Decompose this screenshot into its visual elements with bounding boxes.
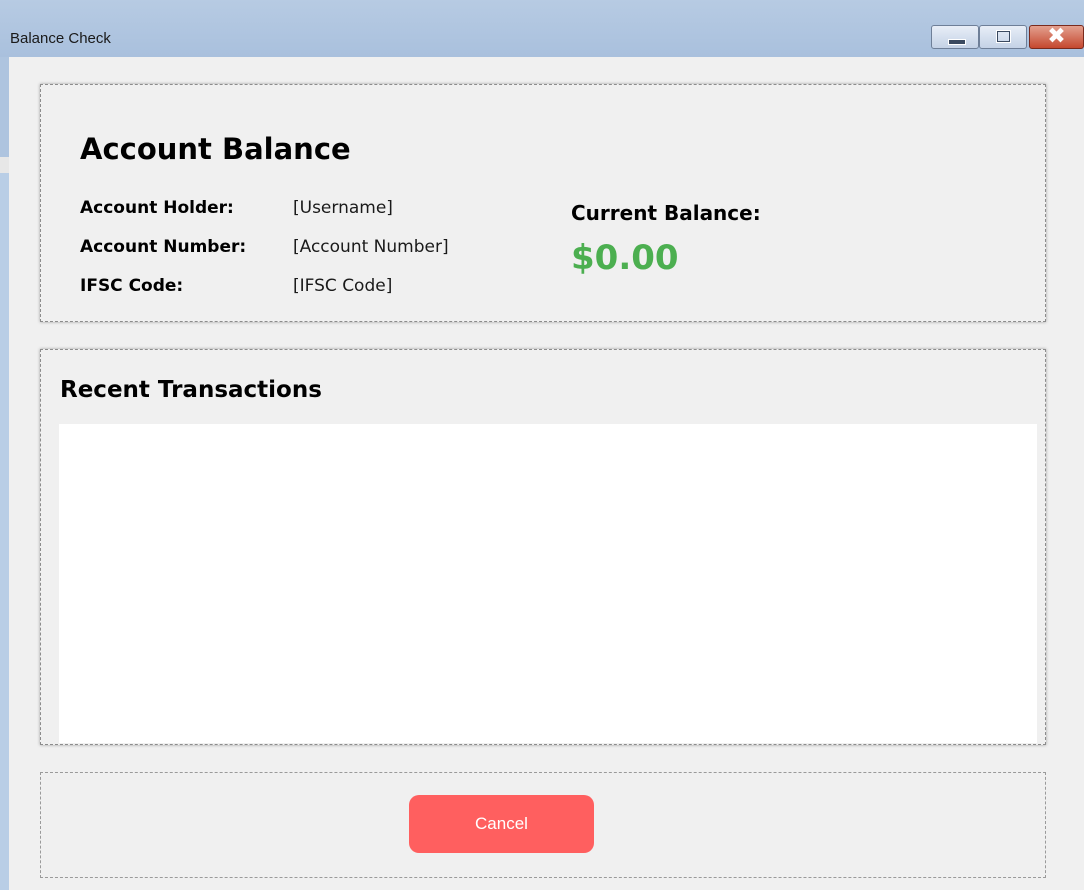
cancel-button[interactable]: Cancel (409, 795, 594, 853)
window-left-border (0, 57, 9, 890)
current-balance-label: Current Balance: (571, 201, 761, 225)
account-number-value: [Account Number] (293, 237, 449, 257)
ifsc-code-value: [IFSC Code] (293, 276, 393, 296)
account-holder-label: Account Holder: (80, 198, 234, 218)
window-title: Balance Check (10, 30, 111, 47)
close-button[interactable]: ✖ (1029, 24, 1084, 49)
ifsc-code-label: IFSC Code: (80, 276, 184, 296)
maximize-button[interactable] (979, 25, 1027, 49)
current-balance-value: $0.00 (571, 238, 679, 278)
account-balance-heading: Account Balance (80, 132, 351, 166)
minimize-button[interactable] (931, 25, 979, 49)
title-bar[interactable]: Balance Check ✖ (0, 0, 1084, 57)
account-number-label: Account Number: (80, 237, 247, 257)
recent-transactions-heading: Recent Transactions (60, 377, 322, 403)
balance-check-window: Balance Check ✖ Account Balance Account … (0, 0, 1084, 890)
close-icon: ✖ (1047, 24, 1066, 49)
transactions-list[interactable] (59, 424, 1037, 743)
account-holder-value: [Username] (293, 198, 393, 218)
